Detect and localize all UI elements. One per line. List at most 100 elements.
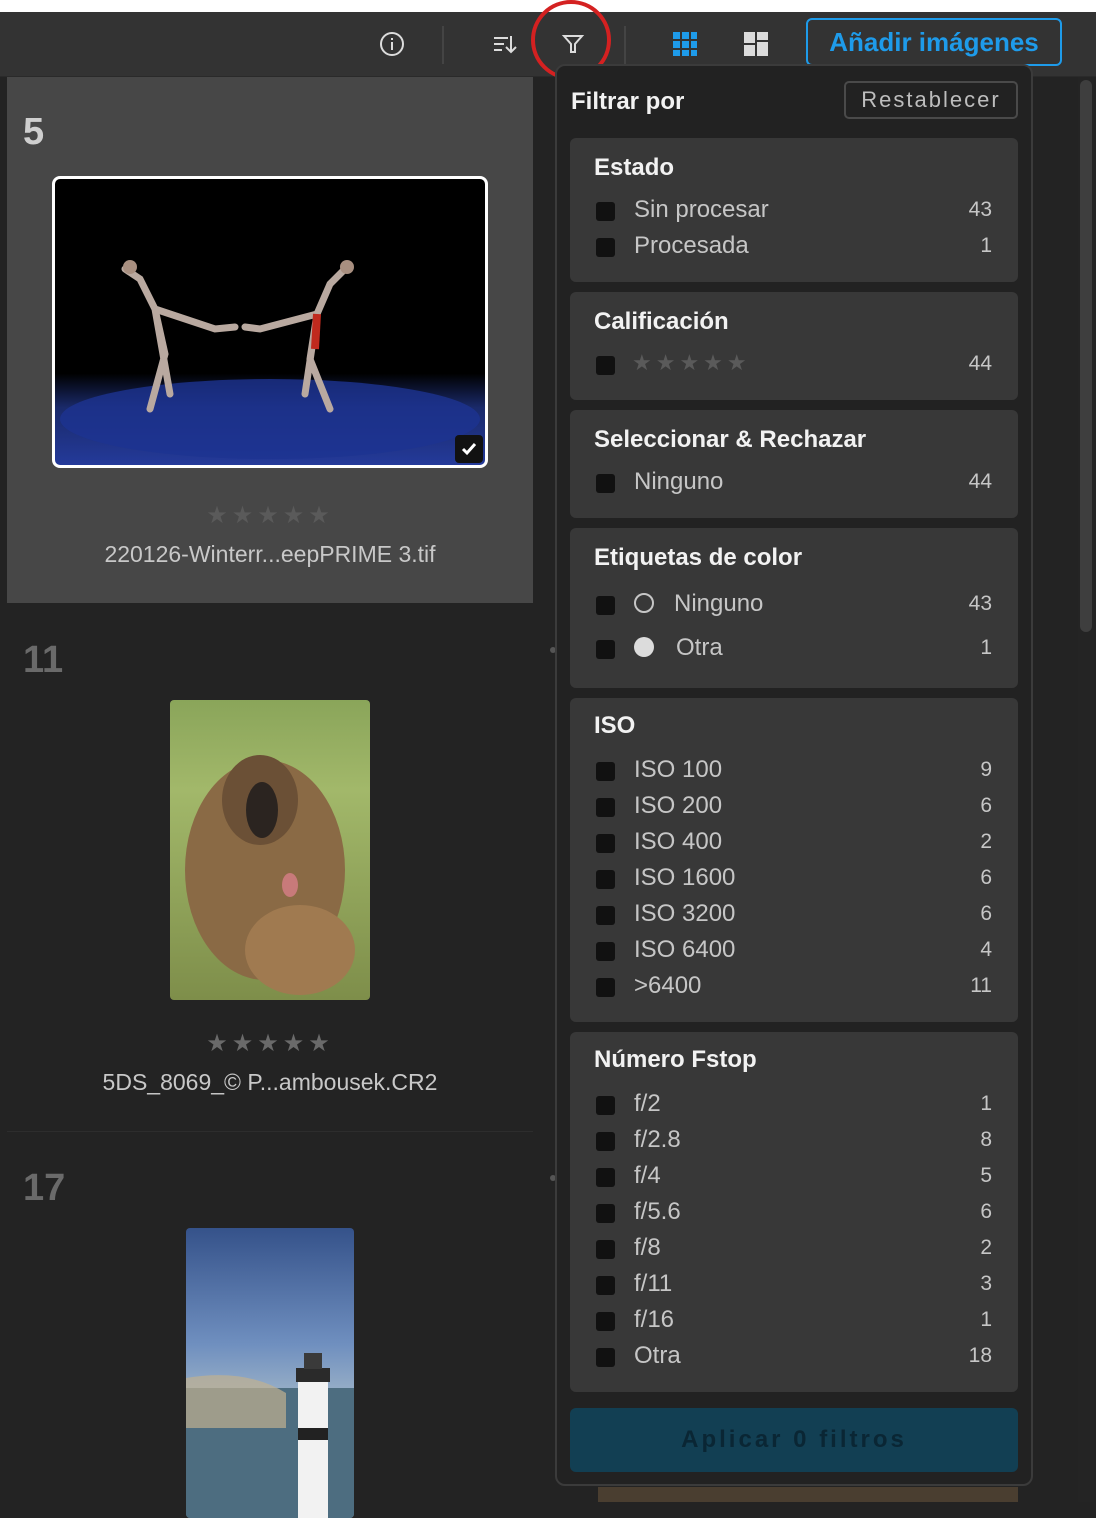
grid-view-icon[interactable]: [667, 26, 703, 62]
option-label: f/4: [634, 1162, 661, 1189]
option-label: f/2.8: [634, 1126, 681, 1153]
cell-number: 17: [23, 1167, 66, 1209]
info-icon[interactable]: [374, 26, 410, 62]
option-label: Procesada: [634, 232, 749, 259]
checkbox[interactable]: [596, 1240, 615, 1259]
filter-option[interactable]: f/2.8 8: [570, 1124, 1018, 1158]
option-count: 6: [980, 794, 992, 817]
filter-option[interactable]: ISO 3200 6: [570, 898, 1018, 932]
photo-cell[interactable]: 11 ★★★★★ 5DS_8069_© P...ambousek.CR2: [7, 603, 533, 1131]
filter-option[interactable]: f/11 3: [570, 1268, 1018, 1302]
cell-number: 11: [23, 639, 64, 681]
scrollbar-thumb[interactable]: [1080, 80, 1092, 632]
option-count: 1: [980, 234, 992, 257]
add-images-button[interactable]: Añadir imágenes: [806, 18, 1062, 66]
option-count: 5: [980, 1164, 992, 1187]
option-label: ISO 400: [634, 828, 723, 855]
checkbox[interactable]: [596, 202, 615, 221]
photo-thumbnail[interactable]: [186, 1228, 354, 1518]
checkbox[interactable]: [596, 356, 615, 375]
option-label: ISO 100: [634, 756, 723, 783]
filter-option[interactable]: Procesada 1: [570, 230, 1018, 264]
option-count: 4: [980, 938, 992, 961]
rating-stars[interactable]: ★★★★★: [7, 1029, 533, 1058]
mosaic-view-icon[interactable]: [738, 26, 774, 62]
option-label: Ninguno: [674, 590, 764, 617]
file-name: 5DS_8069_© P...ambousek.CR2: [102, 1069, 438, 1095]
filter-option[interactable]: ISO 400 2: [570, 826, 1018, 860]
filter-option[interactable]: Ninguno 43: [570, 588, 1018, 622]
checkbox[interactable]: [596, 762, 615, 781]
filter-option[interactable]: f/4 5: [570, 1160, 1018, 1194]
selected-check-icon: [455, 435, 483, 463]
checkbox[interactable]: [596, 798, 615, 817]
filter-option[interactable]: Ninguno 44: [570, 466, 1018, 500]
option-label: ISO 200: [634, 792, 723, 819]
option-label: Otra: [634, 1342, 681, 1369]
option-label: f/8: [634, 1234, 661, 1261]
option-count: 3: [980, 1272, 992, 1295]
option-count: 6: [980, 902, 992, 925]
option-count: 1: [980, 1308, 992, 1331]
photo-cell[interactable]: 17: [7, 1131, 533, 1518]
checkbox[interactable]: [596, 1132, 615, 1151]
checkbox[interactable]: [596, 640, 615, 659]
filter-option[interactable]: ★★★★★ 44: [570, 348, 1018, 382]
filter-option[interactable]: f/16 1: [570, 1304, 1018, 1338]
checkbox[interactable]: [596, 474, 615, 493]
option-label: ISO 3200: [634, 900, 736, 927]
filter-option[interactable]: Sin procesar 43: [570, 194, 1018, 228]
option-label: f/5.6: [634, 1198, 681, 1225]
checkbox[interactable]: [596, 596, 615, 615]
checkbox[interactable]: [596, 1312, 615, 1331]
filter-option[interactable]: Otra 1: [570, 632, 1018, 666]
option-label: f/11: [634, 1270, 673, 1297]
option-count: 43: [968, 592, 992, 615]
section-fstop: Número Fstop f/2 1 f/2.8 8 f/4 5 f/5.6 6 f/8…: [570, 1032, 1018, 1392]
filter-option[interactable]: f/8 2: [570, 1232, 1018, 1266]
filter-option[interactable]: f/2 1: [570, 1088, 1018, 1122]
option-count: 44: [968, 352, 992, 375]
option-count: 43: [968, 198, 992, 221]
section-etiquetas-color: Etiquetas de color Ninguno 43 Otra 1: [570, 528, 1018, 688]
checkbox[interactable]: [596, 1096, 615, 1115]
checkbox[interactable]: [596, 870, 615, 889]
section-iso: ISO ISO 100 9 ISO 200 6 ISO 400 2 ISO 1600 6…: [570, 698, 1018, 1022]
section-estado: Estado Sin procesar 43 Procesada 1: [570, 138, 1018, 282]
checkbox[interactable]: [596, 1204, 615, 1223]
checkbox[interactable]: [596, 834, 615, 853]
adjacent-thumbnail: [598, 1487, 1018, 1502]
rating-stars: ★★★★★: [632, 350, 751, 375]
photo-thumbnail[interactable]: [52, 176, 488, 468]
filter-option[interactable]: f/5.6 6: [570, 1196, 1018, 1230]
apply-filters-button[interactable]: Aplicar 0 filtros: [570, 1408, 1018, 1472]
section-title: Número Fstop: [594, 1046, 757, 1073]
checkbox[interactable]: [596, 1348, 615, 1367]
section-title: Calificación: [594, 308, 729, 335]
reset-button[interactable]: Restablecer: [844, 81, 1018, 119]
cell-number: 5: [23, 111, 45, 153]
filter-option[interactable]: ISO 100 9: [570, 754, 1018, 788]
option-label: Otra: [676, 634, 723, 661]
checkbox[interactable]: [596, 1276, 615, 1295]
color-none-icon: [634, 593, 654, 613]
filter-option[interactable]: Otra 18: [570, 1340, 1018, 1374]
sort-icon[interactable]: [486, 26, 522, 62]
photo-thumbnail[interactable]: [170, 700, 370, 1000]
section-title: Estado: [594, 154, 675, 181]
filter-option[interactable]: ISO 200 6: [570, 790, 1018, 824]
option-count: 6: [980, 1200, 992, 1223]
toolbar-divider: [624, 26, 626, 64]
checkbox[interactable]: [596, 978, 615, 997]
checkbox[interactable]: [596, 942, 615, 961]
filter-option[interactable]: >6400 11: [570, 970, 1018, 1004]
file-name: 220126-Winterr...eepPRIME 3.tif: [104, 541, 436, 567]
section-seleccionar-rechazar: Seleccionar & Rechazar Ninguno 44: [570, 410, 1018, 518]
photo-cell[interactable]: 5 ★★★★★ 220126-Winterr...eepPRIME 3.tif: [7, 77, 533, 603]
filter-option[interactable]: ISO 6400 4: [570, 934, 1018, 968]
filter-option[interactable]: ISO 1600 6: [570, 862, 1018, 896]
checkbox[interactable]: [596, 238, 615, 257]
rating-stars[interactable]: ★★★★★: [7, 501, 533, 530]
checkbox[interactable]: [596, 1168, 615, 1187]
checkbox[interactable]: [596, 906, 615, 925]
